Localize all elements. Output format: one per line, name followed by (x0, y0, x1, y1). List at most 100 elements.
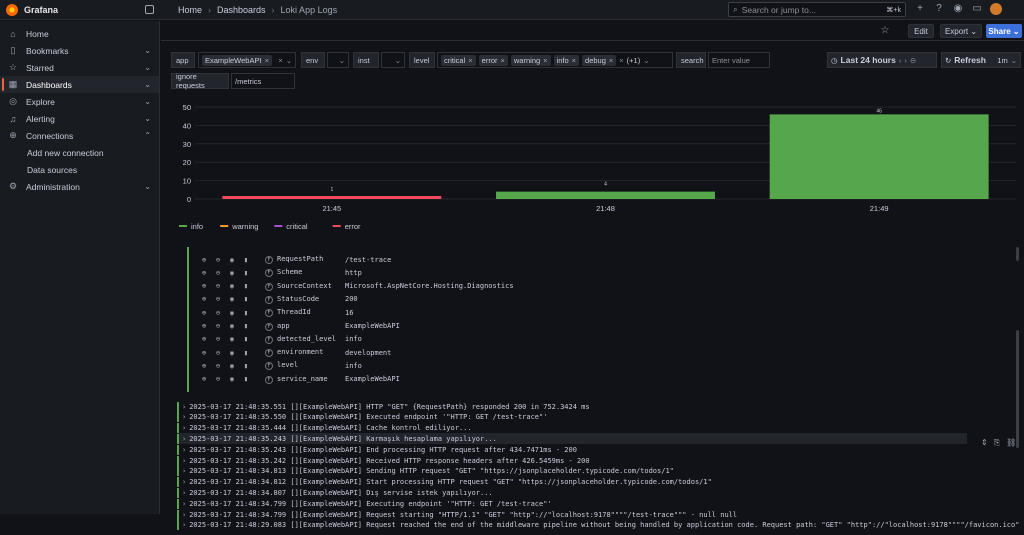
refresh-interval[interactable]: 1m (997, 56, 1007, 65)
var-inst-select[interactable]: ⌄ (381, 52, 405, 68)
zoom-in-icon[interactable]: ⊕ (199, 295, 209, 303)
eye-icon[interactable]: ◉ (227, 375, 237, 383)
stats-icon[interactable]: ▮ (241, 282, 251, 290)
zoom-out-icon[interactable]: ⊖ (213, 295, 223, 303)
search-input[interactable]: ⌕ Search or jump to... ⌘+k (728, 2, 906, 17)
chevron-down-icon[interactable]: ⌄ (144, 114, 151, 123)
chevron-right-icon[interactable]: › (182, 435, 186, 443)
log-line[interactable]: › 2025-03-17 21:48:29.083 [][ExampleWebAP… (177, 520, 1021, 531)
context-icon[interactable]: ⇕ (981, 438, 988, 448)
zoom-in-icon[interactable]: ⊕ (199, 335, 209, 343)
plus-icon[interactable]: + (914, 3, 926, 15)
log-line[interactable]: › 2025-03-17 21:48:34.799 [][ExampleWebAP… (177, 509, 737, 520)
export-button[interactable]: Export ⌄ (940, 24, 982, 38)
chevron-down-icon[interactable]: ⌄ (1011, 56, 1017, 65)
sidebar-item-home[interactable]: ⌂ Home (0, 25, 159, 42)
zoom-out-icon[interactable]: ⊖ (213, 322, 223, 330)
stats-icon[interactable]: ▮ (241, 349, 251, 357)
breadcrumb-home[interactable]: Home (178, 5, 202, 15)
share-button[interactable]: Share ⌄ (986, 24, 1022, 38)
grafana-logo-icon[interactable] (6, 3, 18, 16)
sidebar-item-administration[interactable]: ⚙ Administration ⌄ (0, 178, 159, 195)
chevron-right-icon[interactable]: › (182, 467, 186, 475)
stats-icon[interactable]: ▮ (241, 309, 251, 317)
news-icon[interactable]: ◉ (952, 3, 964, 15)
monitor-icon[interactable]: ▭ (971, 3, 983, 15)
sidebar-item-add-new-connection[interactable]: Add new connection (0, 144, 159, 161)
eye-icon[interactable]: ◉ (227, 349, 237, 357)
log-line[interactable]: › 2025-03-17 21:48:35.550 [][ExampleWebAP… (177, 412, 547, 423)
chevron-up-icon[interactable]: ⌃ (144, 131, 151, 140)
zoom-in-icon[interactable]: ⊕ (199, 282, 209, 290)
time-range-picker[interactable]: ◷ Last 24 hours ‹ › ⊖ (827, 52, 937, 68)
zoom-out-icon[interactable]: ⊖ (213, 309, 223, 317)
chevron-down-icon[interactable]: ⌄ (643, 56, 649, 65)
chevron-right-icon[interactable]: › (182, 457, 186, 465)
chevron-right-icon[interactable]: › (182, 511, 186, 519)
eye-icon[interactable]: ◉ (227, 269, 237, 277)
stats-icon[interactable]: ▮ (241, 322, 251, 330)
close-icon[interactable]: × (609, 56, 613, 65)
chevron-down-icon[interactable]: ⌄ (286, 56, 292, 65)
refresh-button[interactable]: ↻ Refresh 1m ⌄ (941, 52, 1021, 68)
eye-icon[interactable]: ◉ (227, 295, 237, 303)
var-level-select[interactable]: critical × error × warning × info × debug × ×… (437, 52, 673, 68)
sidebar-item-bookmarks[interactable]: ▯ Bookmarks ⌄ (0, 42, 159, 59)
sidebar-item-alerting[interactable]: ♫ Alerting ⌄ (0, 110, 159, 127)
log-line[interactable]: › 2025-03-17 21:48:34.812 [][ExampleWebAP… (177, 477, 712, 488)
log-line[interactable]: › 2025-03-17 21:48:35.551 [][ExampleWebAP… (177, 401, 590, 412)
close-icon[interactable]: × (265, 56, 269, 65)
var-env-select[interactable]: ⌄ (327, 52, 349, 68)
chevron-down-icon[interactable]: ⌄ (144, 46, 151, 55)
chevron-right-icon[interactable]: › (182, 489, 186, 497)
var-search-input[interactable]: Enter value (708, 52, 770, 68)
chevron-left-icon[interactable]: ‹ (899, 56, 902, 65)
close-icon[interactable]: × (572, 56, 576, 65)
zoom-out-icon[interactable]: ⊖ (213, 256, 223, 264)
eye-icon[interactable]: ◉ (227, 362, 237, 370)
log-line[interactable]: › 2025-03-17 21:48:35.243 [][ExampleWebAP… (177, 444, 577, 455)
chevron-right-icon[interactable]: › (182, 424, 186, 432)
sidebar-item-starred[interactable]: ☆ Starred ⌄ (0, 59, 159, 76)
stats-icon[interactable]: ▮ (241, 295, 251, 303)
zoom-out-icon[interactable]: ⊖ (213, 349, 223, 357)
zoom-in-icon[interactable]: ⊕ (199, 309, 209, 317)
chevron-down-icon[interactable]: ⌄ (144, 80, 151, 89)
log-line[interactable]: › 2025-03-17 21:48:35.243 [][ExampleWebAP… (177, 433, 967, 445)
dock-menu-icon[interactable] (145, 4, 154, 14)
log-line[interactable]: › 2025-03-17 21:48:34.813 [][ExampleWebAP… (177, 466, 674, 477)
edit-button[interactable]: Edit (908, 24, 934, 38)
close-icon[interactable]: × (543, 56, 547, 65)
zoom-in-icon[interactable]: ⊕ (199, 349, 209, 357)
breadcrumb-dashboards[interactable]: Dashboards (217, 5, 266, 15)
zoom-out-icon[interactable]: ⊖ (213, 269, 223, 277)
eye-icon[interactable]: ◉ (227, 282, 237, 290)
avatar[interactable] (990, 3, 1002, 15)
zoom-in-icon[interactable]: ⊕ (199, 362, 209, 370)
sidebar-item-explore[interactable]: ◎ Explore ⌄ (0, 93, 159, 110)
zoom-in-icon[interactable]: ⊕ (199, 375, 209, 383)
stats-icon[interactable]: ▮ (241, 256, 251, 264)
log-line[interactable]: › 2025-03-17 21:48:35.444 [][ExampleWebAP… (177, 423, 472, 434)
chevron-right-icon[interactable]: › (182, 521, 186, 529)
chevron-down-icon[interactable]: ⌄ (144, 182, 151, 191)
zoom-out-icon[interactable]: ⊖ (213, 335, 223, 343)
zoom-out-icon[interactable]: ⊖ (213, 375, 223, 383)
zoom-out-icon[interactable]: ⊖ (213, 282, 223, 290)
chevron-down-icon[interactable]: ⌄ (144, 97, 151, 106)
close-icon[interactable]: × (278, 56, 282, 65)
sidebar-item-dashboards[interactable]: ▦ Dashboards ⌄ (0, 76, 159, 93)
zoom-out-icon[interactable]: ⊖ (213, 362, 223, 370)
close-icon[interactable]: × (501, 56, 505, 65)
log-line[interactable]: › 2025-03-17 21:48:34.799 [][ExampleWebAP… (177, 498, 552, 509)
copy-icon[interactable]: ⎘ (994, 438, 1000, 448)
eye-icon[interactable]: ◉ (227, 335, 237, 343)
chevron-right-icon[interactable]: › (182, 478, 186, 486)
eye-icon[interactable]: ◉ (227, 322, 237, 330)
chevron-right-icon[interactable]: › (904, 56, 907, 65)
stats-icon[interactable]: ▮ (241, 375, 251, 383)
scrollbar[interactable] (1016, 330, 1019, 448)
zoom-in-icon[interactable]: ⊕ (199, 269, 209, 277)
sidebar-item-data-sources[interactable]: Data sources (0, 161, 159, 178)
chevron-right-icon[interactable]: › (182, 403, 186, 411)
